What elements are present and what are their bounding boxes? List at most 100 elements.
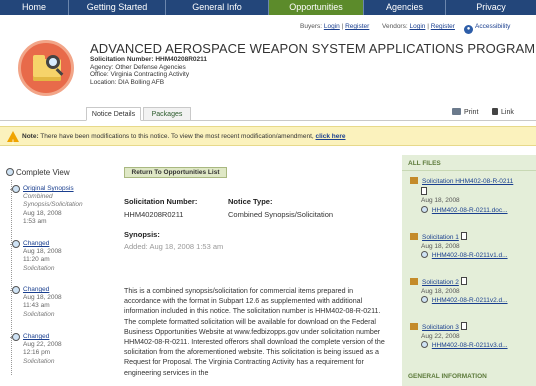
attachment-icon (421, 296, 428, 303)
package-icon (410, 323, 418, 330)
files-sidebar: ALL FILES Solicitation HHM402-08-R-0211 … (402, 155, 536, 386)
version-icon (12, 240, 20, 248)
version-item: Changed Aug 18, 2008 11:20 am Solicitati… (10, 240, 62, 273)
tab-divider (0, 120, 536, 121)
version-time: 11:43 am (23, 302, 50, 310)
buyers-register-link[interactable]: Register (345, 23, 369, 30)
attachment-icon (421, 205, 428, 213)
accessibility-label[interactable]: Accessibility (475, 23, 510, 30)
printer-icon (452, 108, 461, 115)
file-date: Aug 18, 2008 (421, 242, 460, 250)
version-link[interactable]: Changed (23, 286, 49, 293)
package-icon (410, 233, 418, 240)
notice-type-value: Combined Synopsis/Solicitation (228, 210, 334, 219)
return-to-list-button[interactable]: Return To Opportunities List (124, 167, 227, 178)
package-icon (410, 177, 418, 184)
document-tree-icon (6, 168, 14, 176)
file-date: Aug 18, 2008 (421, 287, 460, 295)
accessibility-icon: ● (464, 25, 473, 34)
version-item: Original Synopsis Combined Synopsis/Soli… (10, 185, 113, 226)
solicitation-number-label: Solicitation Number: (124, 197, 198, 206)
version-date: Aug 18, 2008 (23, 209, 62, 217)
opportunity-logo-icon (18, 40, 74, 96)
nav-home[interactable]: Home (0, 0, 69, 15)
page-title: ADVANCED AEROSPACE WEAPON SYSTEM APPLICA… (90, 41, 536, 56)
complete-view-header[interactable]: Complete View (6, 168, 70, 177)
notice-type-label: Notice Type: (228, 197, 273, 206)
version-link[interactable]: Changed (23, 333, 49, 340)
nav-general-info[interactable]: General Info (166, 0, 269, 15)
tab-notice-details[interactable]: Notice Details (86, 107, 141, 121)
click-here-link[interactable]: click here (316, 133, 346, 140)
solicitation-number-value: HHM40208R0211 (124, 210, 184, 219)
tab-packages[interactable]: Packages (143, 107, 191, 121)
solicitation-number-line: Solicitation Number: HHM40208R0211 (90, 56, 208, 63)
document-icon (460, 277, 467, 285)
file-item: Solicitation 2 Aug 18, 2008 HHM402-08-R-… (410, 277, 534, 306)
vendors-register-link[interactable]: Register (431, 23, 455, 30)
nav-getting-started[interactable]: Getting Started (69, 0, 166, 15)
version-icon (12, 333, 20, 341)
file-link[interactable]: Solicitation 2 (422, 279, 459, 286)
file-item: Solicitation 3 Aug 22, 2008 HHM402-08-R-… (410, 322, 534, 351)
nav-opportunities[interactable]: Opportunities (269, 0, 364, 15)
alert-text: There have been modifications to this no… (38, 133, 314, 140)
attachment-link[interactable]: HHM402-08-R-0211.doc... (432, 207, 508, 214)
file-item: Solicitation HHM402-08-R-0211 Aug 18, 20… (410, 177, 534, 215)
buyers-links: Buyers: Login | Register (300, 23, 369, 30)
print-label: Print (464, 109, 479, 116)
package-icon (410, 278, 418, 285)
link-button[interactable]: Link (492, 108, 514, 116)
all-files-heading: ALL FILES (408, 160, 441, 167)
version-date: Aug 22, 2008 (23, 341, 62, 349)
print-button[interactable]: Print (452, 108, 478, 116)
top-navigation: Home Getting Started General Info Opport… (0, 0, 536, 15)
nav-privacy[interactable]: Privacy (446, 0, 536, 15)
attachment-link[interactable]: HHM402-08-R-0211v3.d... (432, 342, 508, 349)
file-date: Aug 22, 2008 (421, 332, 460, 340)
added-date: Added: Aug 18, 2008 1:53 am (124, 242, 224, 251)
version-icon (12, 286, 20, 294)
agency-line: Agency: Other Defense Agencies (90, 63, 186, 71)
separator: | (427, 23, 429, 30)
file-item: Solicitation 1 Aug 18, 2008 HHM402-08-R-… (410, 232, 534, 261)
version-link[interactable]: Changed (23, 240, 49, 247)
version-item: Changed Aug 18, 2008 11:43 am Solicitati… (10, 286, 62, 319)
tree-connector (11, 180, 12, 375)
version-time: 11:20 am (23, 256, 50, 264)
buyers-login-link[interactable]: Login (324, 23, 340, 30)
general-info-heading: GENERAL INFORMATION (408, 373, 487, 380)
version-time: 1:53 am (23, 217, 47, 225)
document-icon (421, 186, 427, 195)
version-date: Aug 18, 2008 (23, 294, 62, 302)
heading-divider (402, 170, 536, 171)
version-item: Changed Aug 22, 2008 12:16 pm Solicitati… (10, 333, 62, 366)
version-time: 12:16 pm (23, 349, 51, 357)
attachment-link[interactable]: HHM402-08-R-0211v1.d... (432, 252, 508, 259)
document-icon (460, 232, 467, 240)
synopsis-description: This is a combined synopsis/solicitation… (124, 287, 385, 377)
attachment-link[interactable]: HHM402-08-R-0211v2.d... (432, 297, 508, 304)
version-type: Combined Synopsis/Solicitation (23, 193, 83, 209)
version-link[interactable]: Original Synopsis (23, 185, 74, 192)
link-label: Link (501, 109, 514, 116)
attachment-icon (421, 341, 428, 348)
file-link[interactable]: Solicitation 1 (422, 234, 459, 241)
file-link[interactable]: Solicitation HHM402-08-R-0211 (422, 178, 513, 185)
file-date: Aug 18, 2008 (421, 197, 460, 204)
synopsis-label: Synopsis: (124, 230, 160, 239)
office-line: Office: Virginia Contracting Activity (90, 71, 190, 78)
solicitation-meta: Solicitation Number: HHM40208R0211 Agenc… (90, 56, 207, 86)
accessibility-link[interactable]: ● Accessibility (464, 23, 510, 34)
nav-agencies[interactable]: Agencies (364, 0, 446, 15)
version-type: Solicitation (23, 264, 55, 272)
file-link[interactable]: Solicitation 3 (422, 324, 459, 331)
buyers-label: Buyers: (300, 23, 323, 30)
location-line: Location: DIA Bolling AFB (90, 78, 165, 86)
vendors-login-link[interactable]: Login (409, 23, 425, 30)
version-type: Solicitation (23, 310, 55, 318)
document-icon (460, 322, 467, 330)
alert-label: Note: (22, 133, 39, 140)
separator: | (341, 23, 344, 30)
version-type: Solicitation (23, 357, 55, 365)
